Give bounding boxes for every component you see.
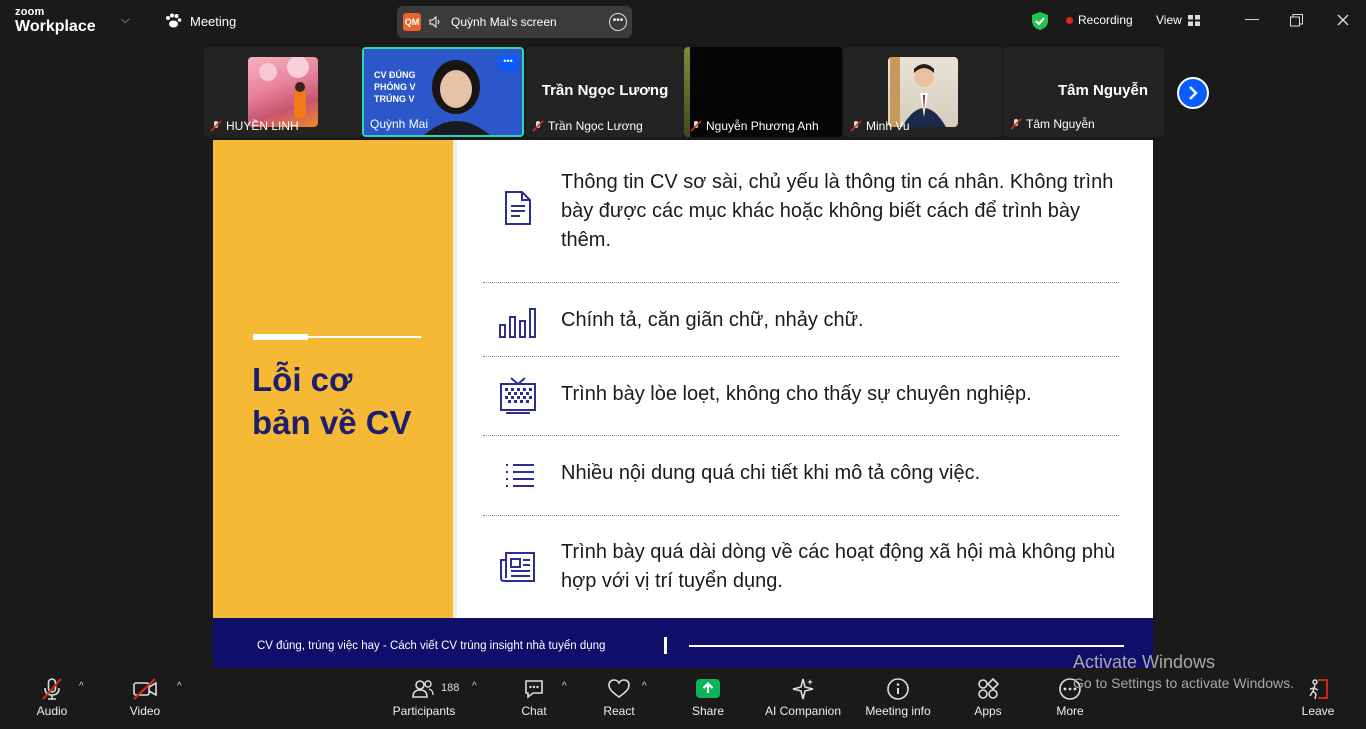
audio-options-caret[interactable]: ^ bbox=[79, 681, 84, 692]
participant-tile-active[interactable]: CV ĐÚNG PHỎNG V TRÚNG V ••• Quỳnh Mai bbox=[362, 47, 524, 137]
zoom-logo: zoom Workplace bbox=[15, 7, 96, 35]
ai-companion-button[interactable]: AI Companion bbox=[763, 677, 843, 718]
heart-icon bbox=[608, 679, 630, 698]
participants-count: 188 bbox=[441, 682, 460, 694]
top-bar: zoom Workplace ⌵ Meeting QM Quỳnh Mai's … bbox=[0, 0, 1366, 44]
list-icon bbox=[506, 464, 534, 487]
activate-windows-watermark: Activate Windows Go to Settings to activ… bbox=[1073, 652, 1294, 691]
chat-options-caret[interactable]: ^ bbox=[562, 681, 567, 692]
audio-button[interactable]: Audio bbox=[33, 677, 71, 718]
participants-icon bbox=[412, 680, 434, 698]
mic-muted-icon bbox=[532, 120, 544, 132]
participants-options-caret[interactable]: ^ bbox=[472, 681, 477, 692]
info-icon bbox=[887, 678, 909, 700]
participant-tile[interactable]: Minh Vu bbox=[844, 47, 1002, 137]
document-icon bbox=[505, 191, 531, 225]
meeting-tab[interactable]: Meeting bbox=[164, 13, 236, 29]
react-options-caret[interactable]: ^ bbox=[642, 681, 647, 692]
video-slide-text-3: TRÚNG V bbox=[374, 94, 415, 104]
more-options-icon[interactable]: ••• bbox=[498, 55, 518, 71]
slide-item-text: Trình bày quá dài dòng về các hoạt động … bbox=[561, 541, 1116, 592]
next-page-button[interactable] bbox=[1177, 77, 1209, 109]
grid-icon bbox=[1187, 14, 1200, 26]
restore-icon[interactable] bbox=[1290, 14, 1303, 27]
tv-icon bbox=[500, 377, 536, 414]
mic-muted-icon bbox=[1010, 118, 1022, 130]
recording-indicator[interactable]: Recording bbox=[1066, 13, 1133, 27]
participant-photo bbox=[888, 57, 958, 127]
participant-name: Minh Vu bbox=[850, 119, 910, 133]
apps-icon bbox=[978, 677, 1000, 699]
participant-display-name: Trần Ngọc Lương bbox=[541, 82, 669, 99]
participant-photo bbox=[248, 57, 318, 127]
slide-item-text: Thông tin CV sơ sài, chủ yếu là thông ti… bbox=[561, 171, 1114, 251]
slide-item-text: Nhiều nội dung quá chi tiết khi mô tả cô… bbox=[561, 462, 981, 484]
chevron-down-icon[interactable]: ⌵ bbox=[121, 14, 129, 27]
mic-muted-icon bbox=[850, 120, 862, 132]
react-button[interactable]: React bbox=[602, 677, 636, 718]
slide-title-panel: Lỗi cơ bản về CV bbox=[213, 140, 453, 618]
participant-name: Quỳnh Mai bbox=[370, 117, 429, 131]
minimize-icon[interactable]: — bbox=[1245, 10, 1259, 26]
participant-tile[interactable]: HUYỀN LINH bbox=[204, 47, 362, 137]
slide-title: Lỗi cơ bản về CV bbox=[252, 361, 412, 441]
more-options-icon[interactable]: ••• bbox=[609, 13, 627, 31]
participant-tile[interactable]: Trần Ngọc Lương Trần Ngọc Lương bbox=[526, 47, 684, 137]
share-avatar: QM bbox=[403, 13, 421, 31]
mic-muted-icon bbox=[42, 678, 62, 700]
participant-tile[interactable]: Nguyễn Phương Anh bbox=[684, 47, 842, 137]
slide-item-text: Chính tả, căn giãn chữ, nhảy chữ. bbox=[561, 309, 864, 331]
participant-name-label: Tâm Nguyễn bbox=[1010, 117, 1095, 131]
recording-label: Recording bbox=[1078, 13, 1133, 27]
slide-item-text: Trình bày lòe loẹt, không cho thấy sự ch… bbox=[561, 383, 1032, 405]
brand-workplace: Workplace bbox=[15, 18, 96, 35]
zoom-window: zoom Workplace ⌵ Meeting QM Quỳnh Mai's … bbox=[0, 0, 1366, 729]
shared-screen-slide: Lỗi cơ bản về CV Thông tin CV sơ sài, ch… bbox=[213, 140, 1153, 668]
meeting-label: Meeting bbox=[190, 13, 237, 29]
share-label: Quỳnh Mai's screen bbox=[451, 15, 557, 29]
slide-footer-text: CV đúng, trúng việc hay - Cách viết CV t… bbox=[257, 640, 606, 652]
view-button[interactable]: View bbox=[1156, 13, 1200, 27]
mic-muted-icon bbox=[210, 120, 222, 132]
video-button[interactable]: Video bbox=[126, 677, 164, 718]
sparkle-icon bbox=[792, 678, 814, 700]
meeting-info-button[interactable]: Meeting info bbox=[863, 677, 933, 718]
screen-share-pill[interactable]: QM Quỳnh Mai's screen ••• bbox=[397, 6, 632, 38]
chat-icon bbox=[525, 680, 543, 699]
view-label: View bbox=[1156, 13, 1182, 27]
speaker-icon bbox=[429, 16, 440, 28]
participant-display-name: Tâm Nguyễn bbox=[1057, 82, 1148, 99]
leave-button[interactable]: Leave bbox=[1300, 677, 1336, 718]
record-dot-icon bbox=[1066, 16, 1073, 24]
slide-footer: CV đúng, trúng việc hay - Cách viết CV t… bbox=[213, 618, 1153, 668]
video-options-caret[interactable]: ^ bbox=[177, 681, 182, 692]
share-screen-icon bbox=[696, 679, 720, 698]
newspaper-icon bbox=[500, 552, 535, 582]
video-slide-text-2: PHỎNG V bbox=[374, 82, 416, 92]
chevron-right-icon bbox=[1189, 86, 1198, 100]
apps-button[interactable]: Apps bbox=[972, 677, 1004, 718]
paw-icon bbox=[166, 13, 182, 28]
close-icon[interactable] bbox=[1337, 14, 1349, 26]
chat-button[interactable]: Chat bbox=[518, 677, 550, 718]
video-off-icon bbox=[133, 678, 157, 700]
title-underline-accent bbox=[253, 334, 308, 339]
mic-muted-icon bbox=[690, 120, 702, 132]
share-button[interactable]: Share bbox=[690, 677, 726, 718]
brand-zoom: zoom bbox=[15, 6, 45, 18]
video-slide-text-1: CV ĐÚNG bbox=[374, 70, 416, 80]
bar-chart-icon bbox=[499, 308, 536, 338]
leave-icon bbox=[1309, 679, 1328, 700]
participant-name: HUYỀN LINH bbox=[210, 119, 299, 133]
participant-name: Trần Ngọc Lương bbox=[532, 119, 643, 133]
participant-name: Nguyễn Phương Anh bbox=[690, 119, 819, 133]
shield-icon[interactable] bbox=[1031, 11, 1049, 31]
